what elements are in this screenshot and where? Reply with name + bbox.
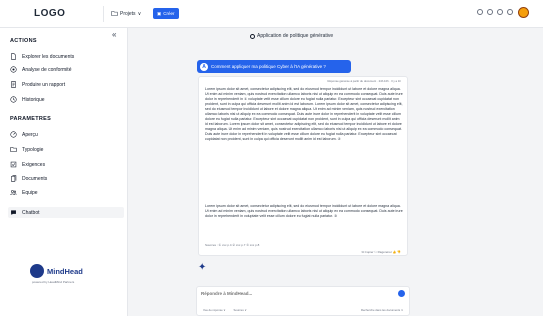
brand-name: MindHead [47, 266, 83, 276]
sidebar-item-documents[interactable]: Documents [8, 173, 124, 184]
sidebar-item-historique[interactable]: Historique [8, 94, 124, 105]
composer: Vue de réponse ∨ Sources ∨ Recherche dan… [196, 286, 410, 316]
sidebar-item-typologie[interactable]: Typologie [8, 144, 124, 155]
sidebar-item-apercu[interactable]: Aperçu [8, 129, 124, 140]
document-icon [11, 53, 16, 60]
notification-icon[interactable] [497, 9, 503, 15]
answer-actions[interactable]: ⧉ Copier ↻ Régénérer 👍 👎 [362, 250, 401, 254]
top-bar: LOGO Projets ∨ ▣ Créer [0, 0, 543, 28]
plus-icon: ▣ [157, 10, 162, 16]
reply-input[interactable] [201, 289, 361, 297]
page-title-text: Application de politique générative [257, 33, 334, 39]
sources-dropdown[interactable]: Sources ∨ [233, 308, 246, 312]
gauge-icon [10, 131, 17, 138]
actions-title: ACTIONS [10, 38, 37, 44]
answer-sources[interactable]: Sources : ① xxx p.4 ② xxx p.7 ③ xxx p.8 [205, 243, 259, 247]
target-icon [10, 66, 17, 73]
settings-icon[interactable] [477, 9, 483, 15]
assistant-answer: Réponse générée à partir du document · 2… [198, 76, 408, 256]
sidebar-item-rapport[interactable]: Produire un rapport [8, 79, 124, 90]
sidebar-item-explorer[interactable]: Explorer les documents [8, 51, 124, 62]
sparkle-icon: ✦ [198, 262, 207, 273]
sidebar-item-label: Explorer les documents [22, 53, 75, 60]
create-label: Créer [163, 11, 175, 16]
clock-icon [10, 96, 17, 103]
mindhead-logo-icon [30, 264, 44, 278]
sidebar-item-label: Equipe [22, 189, 38, 196]
app-icon [250, 33, 255, 39]
grid-icon[interactable] [487, 9, 493, 15]
report-icon [11, 81, 16, 88]
sidebar-item-exigences[interactable]: Exigences [8, 159, 124, 170]
search-scope-dropdown[interactable]: Recherche dans les documents ∨ [361, 308, 403, 312]
answer-meta: Réponse générée à partir du document · 2… [327, 79, 401, 83]
user-avatar[interactable] [518, 7, 529, 18]
brand-logo: MindHead [30, 264, 83, 278]
team-icon [10, 190, 17, 196]
user-question-bubble: A Comment appliquer ma politique Cyber à… [197, 60, 351, 73]
composer-options: Vue de réponse ∨ Sources ∨ [203, 308, 247, 312]
sidebar-item-label: Documents [22, 175, 48, 182]
files-icon [11, 175, 17, 182]
sidebar-item-chatbot[interactable]: Chatbot [8, 207, 124, 218]
help-icon[interactable] [507, 9, 513, 15]
sidebar-item-label: Exigences [22, 161, 46, 168]
divider [103, 6, 104, 22]
sidebar-item-conformite[interactable]: Analyse de conformité [8, 64, 124, 75]
chat-icon [11, 210, 16, 215]
checkbox-icon [10, 161, 17, 168]
sidebar-item-label: Chatbot [22, 209, 40, 216]
projects-label: Projets [120, 10, 136, 17]
folder-icon [111, 11, 118, 16]
projects-dropdown[interactable]: Projets ∨ [111, 10, 141, 17]
logo[interactable]: LOGO [34, 8, 65, 19]
answer-paragraph: Lorem ipsum dolor sit amet, consectetur … [205, 204, 403, 219]
page-title: Application de politique générative [250, 33, 333, 39]
sidebar-item-label: Historique [22, 96, 45, 103]
sidebar-item-equipe[interactable]: Equipe [8, 187, 124, 198]
send-button[interactable] [398, 290, 405, 297]
sidebar-item-label: Typologie [22, 146, 44, 153]
sidebar-item-label: Aperçu [22, 131, 38, 138]
brand-tagline: powered by HeadMind Partners [32, 280, 75, 284]
question-text: Comment appliquer ma politique Cyber à l… [211, 64, 326, 69]
answer-paragraph: Lorem ipsum dolor sit amet, consectetur … [205, 87, 403, 142]
sidebar-item-label: Analyse de conformité [22, 66, 72, 73]
collapse-sidebar-icon[interactable]: « [112, 30, 116, 39]
user-avatar: A [200, 62, 208, 71]
folder-icon [10, 147, 17, 152]
top-icons [477, 9, 513, 15]
settings-title: PARAMETRES [10, 116, 52, 122]
response-view-dropdown[interactable]: Vue de réponse ∨ [203, 308, 225, 312]
create-button[interactable]: ▣ Créer [153, 8, 179, 19]
chevron-down-icon: ∨ [137, 10, 142, 17]
sidebar: « ACTIONS Explorer les documents Analyse… [0, 28, 128, 316]
sidebar-item-label: Produire un rapport [22, 81, 66, 88]
